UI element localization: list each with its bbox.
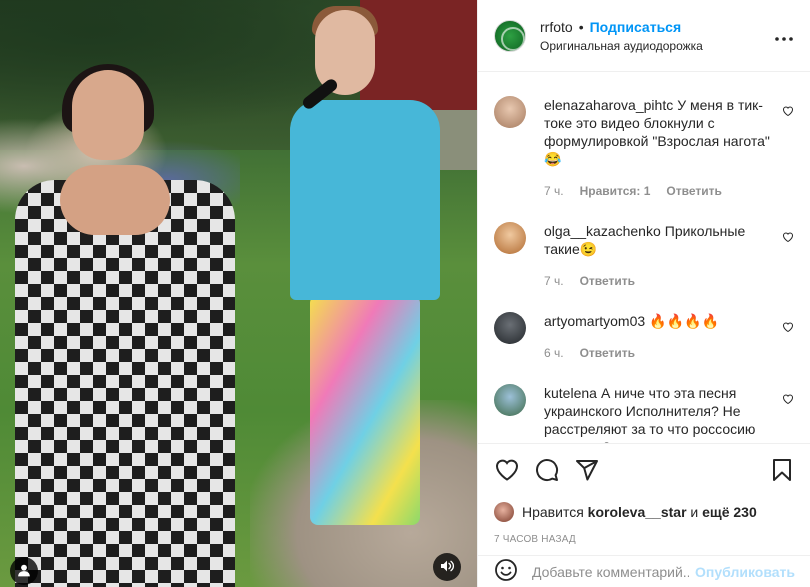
commenter-username[interactable]: olga__kazachenko (544, 223, 661, 239)
likes-conj: и (690, 504, 699, 520)
comment-time[interactable]: 6 ч. (544, 344, 564, 362)
liker-avatar[interactable] (494, 502, 514, 522)
heart-icon[interactable] (782, 104, 794, 117)
comment-time[interactable]: 7 ч. (544, 182, 564, 200)
comment-text: 🔥🔥🔥🔥 (649, 313, 719, 329)
emoji-icon (494, 558, 518, 585)
like-button[interactable] (494, 458, 520, 484)
reply-button[interactable]: Ответить (580, 272, 635, 290)
heart-icon[interactable] (782, 392, 794, 405)
speaker-icon (439, 558, 455, 577)
comment-item: olga__kazachenko Прикольные такие😉 7 ч. О… (494, 222, 794, 290)
separator-dot: • (578, 18, 584, 35)
comment-time[interactable]: 7 ч. (544, 272, 564, 290)
follow-button[interactable]: Подписаться (590, 19, 682, 35)
likes-summary: Нравится koroleva__star и ещё 230 (494, 502, 795, 522)
liker-username[interactable]: koroleva__star (588, 504, 687, 520)
send-icon (575, 458, 599, 485)
video-player[interactable] (0, 0, 477, 587)
commenter-avatar[interactable] (494, 96, 526, 128)
comment-item: elenazaharova_pihtc У меня в тик-токе это… (494, 96, 794, 200)
commenter-username[interactable]: elenazaharova_pihtc (544, 97, 673, 113)
heart-icon (495, 459, 519, 484)
commenter-avatar[interactable] (494, 384, 526, 416)
more-options-button[interactable] (772, 24, 796, 48)
video-person-singer (270, 6, 460, 570)
heart-icon[interactable] (782, 320, 794, 333)
commenter-avatar[interactable] (494, 312, 526, 344)
heart-icon[interactable] (782, 230, 794, 243)
comment-button[interactable] (534, 458, 560, 484)
emoji-button[interactable] (494, 558, 518, 585)
post-comment-button[interactable]: Опубликовать (695, 564, 795, 580)
author-avatar[interactable] (494, 19, 526, 52)
author-username[interactable]: rrfoto (540, 19, 573, 35)
comments-list[interactable]: elenazaharova_pihtc У меня в тик-токе это… (478, 72, 810, 444)
mute-button[interactable] (433, 553, 461, 581)
audio-label[interactable]: Оригинальная аудиодорожка (540, 39, 772, 53)
comment-input[interactable] (532, 563, 690, 580)
more-horizontal-icon (775, 28, 793, 44)
commenter-username[interactable]: artyomartyom03 (544, 313, 645, 329)
likes-prefix: Нравится (522, 504, 584, 520)
likes-count[interactable]: ещё 230 (702, 504, 757, 520)
tagged-users-button[interactable] (10, 557, 38, 585)
reply-button[interactable]: Ответить (666, 182, 721, 200)
commenter-username[interactable]: kutelena (544, 385, 597, 401)
comment-likes[interactable]: Нравится: 1 (580, 182, 651, 200)
commenter-avatar[interactable] (494, 222, 526, 254)
post-timestamp[interactable]: 7 ЧАСОВ НАЗАД (494, 534, 795, 545)
post-actions: Нравится koroleva__star и ещё 230 7 ЧАСО… (478, 443, 810, 545)
save-button[interactable] (769, 458, 795, 484)
comment-icon (535, 458, 559, 485)
post-panel: rrfoto • Подписаться Оригинальная аудиод… (477, 0, 810, 587)
add-comment-bar: Опубликовать (478, 555, 810, 587)
share-button[interactable] (574, 458, 600, 484)
bookmark-icon (772, 458, 792, 485)
reply-button[interactable]: Ответить (580, 344, 635, 362)
post-header: rrfoto • Подписаться Оригинальная аудиод… (478, 0, 810, 72)
user-icon (17, 563, 31, 580)
comment-item: kutelena А ниче что эта песня украинского… (494, 384, 794, 444)
comment-item: artyomartyom03 🔥🔥🔥🔥 6 ч. Ответить (494, 312, 794, 362)
video-person-woman (0, 64, 250, 587)
